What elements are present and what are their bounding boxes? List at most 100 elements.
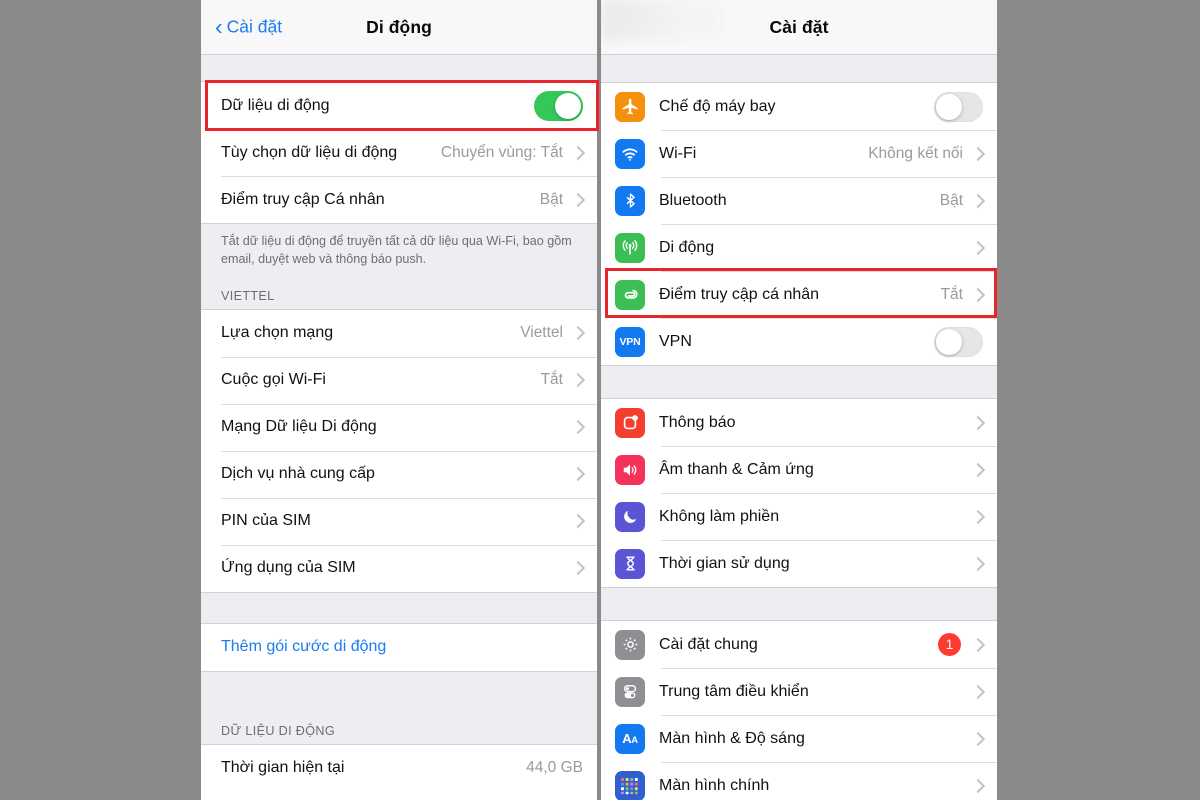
row-current-period[interactable]: Thời gian hiện tại 44,0 GB bbox=[201, 744, 597, 792]
screenshot-stage: ‹ Cài đặt Di động Dữ liệu di động Tùy ch… bbox=[0, 0, 1200, 800]
row-personal-hotspot[interactable]: Điểm truy cập Cá nhân Bật bbox=[201, 176, 597, 223]
settings-home-screen: Cài đặt Chế độ máy bay Wi-Fi Không kết n bbox=[601, 0, 997, 800]
row-cellular-data-network[interactable]: Mạng Dữ liệu Di động bbox=[201, 403, 597, 451]
add-plan-group: Thêm gói cước di động bbox=[201, 622, 597, 672]
row-label: Wi-Fi bbox=[659, 144, 697, 162]
row-add-cellular-plan[interactable]: Thêm gói cước di động bbox=[201, 623, 597, 671]
row-cellular-data[interactable]: Dữ liệu di động bbox=[201, 82, 597, 129]
status-badge: 1 bbox=[938, 633, 961, 656]
chevron-right-icon bbox=[570, 373, 586, 388]
general-group: Cài đặt chung 1 Trung tâm điều khiển AA … bbox=[601, 620, 997, 800]
row-vpn[interactable]: VPN VPN bbox=[601, 318, 997, 365]
row-label: Tùy chọn dữ liệu di động bbox=[221, 143, 398, 161]
hotspot-icon bbox=[615, 279, 645, 310]
row-label: Điểm truy cập Cá nhân bbox=[221, 190, 385, 208]
carrier-settings-group: Lựa chọn mạng Viettel Cuộc gọi Wi-Fi Tắt… bbox=[201, 308, 597, 593]
row-value: 44,0 GB bbox=[526, 759, 583, 777]
row-label: Lựa chọn mạng bbox=[221, 324, 334, 342]
row-general[interactable]: Cài đặt chung 1 bbox=[601, 621, 997, 668]
row-home-screen[interactable]: Màn hình chính bbox=[601, 762, 997, 800]
connectivity-group: Chế độ máy bay Wi-Fi Không kết nối Bluet… bbox=[601, 82, 997, 366]
left-navigation-bar: ‹ Cài đặt Di động bbox=[201, 0, 597, 55]
row-cellular[interactable]: Di động bbox=[601, 224, 997, 271]
chevron-right-icon bbox=[970, 556, 986, 571]
row-label: Điểm truy cập cá nhân bbox=[659, 285, 820, 303]
airplane-icon bbox=[615, 91, 645, 122]
row-label: PIN của SIM bbox=[221, 512, 311, 530]
row-label: Thời gian sử dụng bbox=[659, 554, 790, 572]
chevron-right-icon bbox=[570, 145, 586, 160]
row-value: Bật bbox=[939, 191, 963, 209]
cellular-data-group: Dữ liệu di động Tùy chọn dữ liệu di động… bbox=[201, 81, 597, 224]
row-label: Màn hình chính bbox=[659, 776, 770, 794]
chevron-right-icon bbox=[970, 778, 986, 793]
chevron-right-icon bbox=[970, 146, 986, 161]
chevron-right-icon bbox=[970, 731, 986, 746]
spacer bbox=[201, 592, 597, 623]
cellular-icon bbox=[615, 232, 645, 263]
wifi-icon bbox=[615, 138, 645, 169]
row-label: VPN bbox=[659, 332, 692, 350]
chevron-right-icon bbox=[970, 287, 986, 302]
row-label: Mạng Dữ liệu Di động bbox=[221, 418, 377, 436]
moon-icon bbox=[615, 501, 645, 532]
spacer bbox=[601, 588, 997, 620]
toggle-knob bbox=[936, 328, 962, 355]
row-label: Thông báo bbox=[659, 413, 736, 431]
row-sim-pin[interactable]: PIN của SIM bbox=[201, 497, 597, 545]
vpn-toggle[interactable] bbox=[934, 326, 983, 357]
chevron-right-icon bbox=[970, 509, 986, 524]
row-label: Ứng dụng của SIM bbox=[221, 559, 356, 577]
row-cellular-data-options[interactable]: Tùy chọn dữ liệu di động Chuyển vùng: Tắ… bbox=[201, 129, 597, 176]
display-aa-icon: AA bbox=[615, 723, 645, 754]
chevron-right-icon bbox=[970, 462, 986, 477]
row-value: Chuyển vùng: Tắt bbox=[440, 143, 563, 161]
chevron-right-icon bbox=[570, 326, 586, 341]
row-sounds-haptics[interactable]: Âm thanh & Cảm ứng bbox=[601, 446, 997, 493]
chevron-left-icon: ‹ bbox=[215, 13, 223, 40]
row-screen-time[interactable]: Thời gian sử dụng bbox=[601, 540, 997, 587]
page-title: Di động bbox=[366, 16, 432, 37]
gear-icon bbox=[615, 629, 645, 660]
row-display-brightness[interactable]: AA Màn hình & Độ sáng bbox=[601, 715, 997, 762]
back-to-settings-button[interactable]: ‹ Cài đặt bbox=[215, 13, 282, 40]
notifications-group: Thông báo Âm thanh & Cảm ứng Không làm p… bbox=[601, 398, 997, 588]
chevron-right-icon bbox=[570, 561, 586, 576]
control-center-icon bbox=[615, 676, 645, 707]
chevron-right-icon bbox=[970, 193, 986, 208]
row-wifi[interactable]: Wi-Fi Không kết nối bbox=[601, 130, 997, 177]
row-value: Không kết nối bbox=[868, 144, 963, 162]
status-blur-decoration bbox=[601, 0, 721, 40]
row-label: Dữ liệu di động bbox=[221, 96, 330, 114]
page-title: Cài đặt bbox=[769, 16, 829, 37]
airplane-mode-toggle[interactable] bbox=[934, 91, 983, 122]
row-network-selection[interactable]: Lựa chọn mạng Viettel bbox=[201, 309, 597, 357]
row-carrier-services[interactable]: Dịch vụ nhà cung cấp bbox=[201, 450, 597, 498]
row-airplane-mode[interactable]: Chế độ máy bay bbox=[601, 83, 997, 130]
toggle-knob bbox=[555, 92, 581, 119]
sound-icon bbox=[615, 454, 645, 485]
row-label: Trung tâm điều khiển bbox=[659, 682, 809, 700]
row-control-center[interactable]: Trung tâm điều khiển bbox=[601, 668, 997, 715]
toggle-knob bbox=[936, 93, 962, 120]
row-personal-hotspot[interactable]: Điểm truy cập cá nhân Tắt bbox=[601, 271, 997, 318]
row-label: Di động bbox=[659, 238, 715, 256]
cellular-data-toggle[interactable] bbox=[534, 90, 583, 121]
row-sim-applications[interactable]: Ứng dụng của SIM bbox=[201, 544, 597, 592]
row-label: Không làm phiền bbox=[659, 507, 780, 525]
row-wifi-calling[interactable]: Cuộc gọi Wi-Fi Tắt bbox=[201, 356, 597, 404]
cellular-usage-group: Thời gian hiện tại 44,0 GB bbox=[201, 743, 597, 792]
spacer bbox=[601, 366, 997, 398]
row-label: Bluetooth bbox=[659, 191, 727, 209]
row-label: Màn hình & Độ sáng bbox=[659, 729, 805, 747]
row-bluetooth[interactable]: Bluetooth Bật bbox=[601, 177, 997, 224]
row-value: Tắt bbox=[940, 285, 963, 303]
row-notifications[interactable]: Thông báo bbox=[601, 399, 997, 446]
row-value: Viettel bbox=[520, 324, 563, 342]
row-label: Cài đặt chung bbox=[659, 635, 758, 653]
chevron-right-icon bbox=[570, 192, 586, 207]
row-label: Thêm gói cước di động bbox=[221, 638, 387, 656]
chevron-right-icon bbox=[570, 514, 586, 529]
row-do-not-disturb[interactable]: Không làm phiền bbox=[601, 493, 997, 540]
chevron-right-icon bbox=[570, 467, 586, 482]
